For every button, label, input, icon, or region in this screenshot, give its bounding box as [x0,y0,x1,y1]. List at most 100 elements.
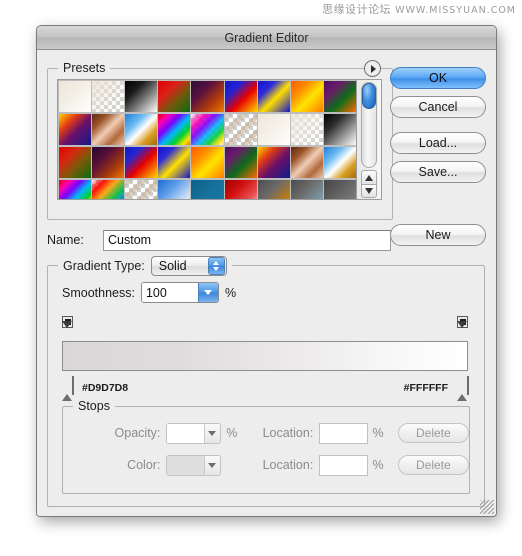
opacity-stop-left[interactable] [62,316,73,345]
watermark-cn: 思缘设计论坛 [322,3,392,16]
preset-swatch-chrome-2[interactable] [323,147,356,178]
opacity-stop-right[interactable] [457,316,468,345]
gradient-preview-bar[interactable] [62,341,468,371]
preset-swatch-blue-red-yellow-2[interactable] [125,147,158,178]
preset-swatch-fill [290,114,323,145]
smoothness-dropdown-button[interactable] [197,283,218,302]
arrow-up-icon [365,174,373,181]
preset-swatch-fill [92,81,125,112]
preset-swatch-fill [257,81,290,112]
ok-button[interactable]: OK [390,67,486,89]
preset-swatch-foreground-to-background-light[interactable] [257,114,290,145]
preset-swatch-fill [323,147,356,178]
smoothness-unit: % [224,285,237,300]
opacity-input[interactable] [167,423,204,443]
stops-legend: Stops [73,399,115,413]
opacity-location-input[interactable] [319,422,368,444]
watermark-url: WWW.MISSYUAN.COM [395,5,516,16]
preset-swatch-fill [257,114,290,145]
gradient-type-legend: Gradient Type: Solid [58,255,232,277]
opacity-dropdown-button[interactable] [203,423,221,443]
color-stop-pointer-icon [457,377,467,401]
opacity-location-label: Location: [262,426,314,440]
gradient-preview-area: #D9D7D8 #FFFFFF [62,316,469,401]
save-button[interactable]: Save... [390,161,486,183]
dialog-title: Gradient Editor [224,30,309,45]
presets-swatch-grid[interactable] [58,80,356,199]
preset-swatch-fill [290,147,323,178]
preset-swatch-foreground-to-transparent[interactable] [92,81,125,112]
preset-swatch-gray-blue-fade[interactable] [290,180,323,199]
chevron-up-icon [213,261,220,265]
color-dropdown-button[interactable] [203,455,221,475]
preset-swatch-chrome[interactable] [125,114,158,145]
smoothness-row: Smoothness: % [62,282,236,303]
stepper-icon[interactable] [207,257,225,275]
preset-swatch-violet-to-orange-2[interactable] [92,147,125,178]
preset-swatch-yellow-violet-orange-blue[interactable] [59,114,92,145]
preset-swatch-violet-green-orange[interactable] [323,81,356,112]
preset-swatch-red-fade[interactable] [224,180,257,199]
preset-swatch-orange-yellow-orange-2[interactable] [191,147,224,178]
color-location-input[interactable] [319,454,368,476]
color-swatch-preview[interactable] [167,455,204,475]
color-stop-row: Color: % Location: % Delete [63,453,469,477]
color-stop-right[interactable] [457,376,469,401]
preset-swatch-spectrum-2[interactable] [59,180,92,199]
name-input[interactable] [103,229,391,251]
preset-swatch-gray-orange[interactable] [257,180,290,199]
preset-swatch-spectrum[interactable] [158,114,191,145]
opacity-combo[interactable] [166,422,222,444]
preset-swatch-foreground-to-transparent-light[interactable] [290,114,323,145]
opacity-stop-row: Opacity: % Location: % Delete [63,421,469,445]
preset-swatch-fill [92,180,125,199]
preset-swatch-fill [158,180,191,199]
preset-swatch-fill [125,114,158,145]
chevron-down-icon [204,290,213,295]
scrollbar-track[interactable] [361,82,377,168]
preset-swatch-copper[interactable] [92,114,125,145]
preset-swatch-fill [290,81,323,112]
cancel-button[interactable]: Cancel [390,96,486,118]
preset-swatch-fill [323,180,356,199]
preset-swatch-yellow-violet-orange-blue-2[interactable] [257,147,290,178]
preset-swatch-red-green[interactable] [158,81,191,112]
dialog-titlebar[interactable]: Gradient Editor [37,26,496,50]
preset-swatch-steel-blue[interactable] [191,180,224,199]
smoothness-combo[interactable] [140,282,219,303]
preset-swatch-fill [224,147,257,178]
preset-swatch-red-to-green-2[interactable] [59,147,92,178]
new-button[interactable]: New [390,224,486,246]
preset-swatch-violet-green-orange-2[interactable] [224,147,257,178]
preset-swatch-fill [158,147,191,178]
preset-swatch-foreground-to-background[interactable] [59,81,92,112]
scroll-up-button[interactable] [361,170,377,184]
presets-scrollbar[interactable] [356,80,381,199]
preset-swatch-blue-yellow-blue[interactable] [257,81,290,112]
presets-menu-icon[interactable] [364,60,381,77]
preset-swatch-orange-yellow-orange[interactable] [290,81,323,112]
load-button[interactable]: Load... [390,132,486,154]
preset-swatch-blue-yellow-blue-2[interactable] [158,147,191,178]
preset-swatch-copper-2[interactable] [290,147,323,178]
color-delete-button[interactable]: Delete [397,455,469,475]
resize-grip-icon[interactable] [480,500,494,514]
preset-swatch-fill [323,81,356,112]
preset-swatch-black-to-white-soft[interactable] [323,114,356,145]
preset-swatch-blue-red-yellow[interactable] [224,81,257,112]
preset-swatch-black-white[interactable] [125,81,158,112]
gradient-type-select[interactable]: Solid [150,256,227,276]
preset-swatch-transparent-stripes-2[interactable] [125,180,158,199]
preset-swatch-transparent-rainbow-2[interactable] [92,180,125,199]
color-stop-left[interactable] [62,376,74,401]
smoothness-input[interactable] [141,283,198,302]
scrollbar-thumb[interactable] [362,83,376,109]
preset-swatch-blue-white[interactable] [158,180,191,199]
preset-swatch-gray-neutral[interactable] [323,180,356,199]
opacity-delete-button[interactable]: Delete [397,423,469,443]
color-combo[interactable] [166,454,222,476]
preset-swatch-transparent-rainbow[interactable] [191,114,224,145]
preset-swatch-transparent-stripes[interactable] [224,114,257,145]
scroll-down-button[interactable] [361,184,377,198]
preset-swatch-violet-orange[interactable] [191,81,224,112]
